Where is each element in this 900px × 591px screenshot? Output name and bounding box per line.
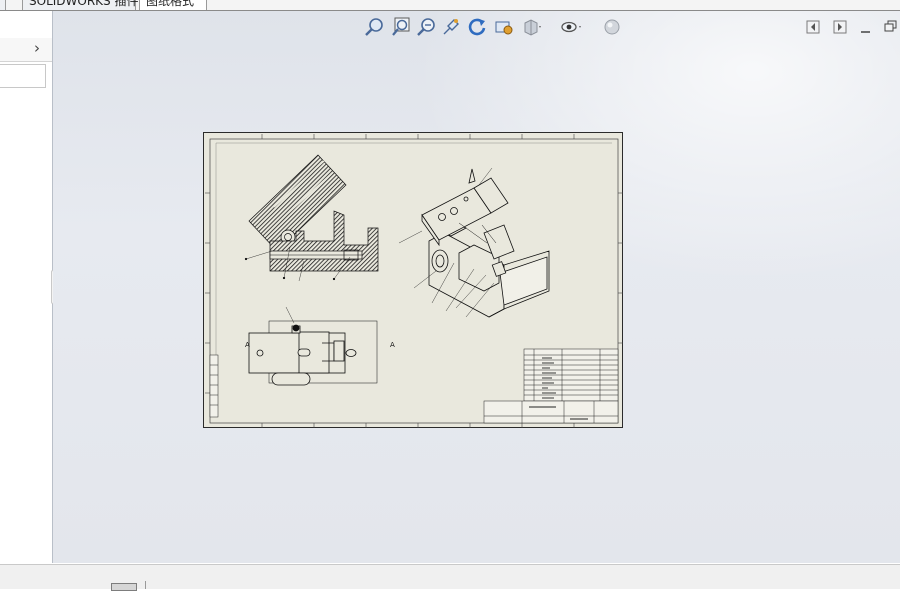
status-toggle-button[interactable] <box>111 583 137 591</box>
isometric-view <box>398 167 550 318</box>
view-next-icon[interactable] <box>833 20 847 34</box>
tab-solidworks-addins[interactable]: SOLIDWORKS 插件 <box>22 0 138 10</box>
section-view <box>244 154 379 282</box>
pan-icon[interactable] <box>440 16 462 38</box>
restore-icon[interactable] <box>884 20 898 34</box>
svg-text:A: A <box>245 341 250 349</box>
feature-manager-panel: › <box>0 11 53 563</box>
drawing-sheet[interactable]: A A <box>203 132 623 428</box>
zoom-to-area-icon[interactable] <box>390 16 412 38</box>
bill-of-materials <box>523 348 619 402</box>
top-view: A A <box>245 306 395 386</box>
display-style-icon[interactable] <box>520 16 542 38</box>
filter-input[interactable] <box>0 64 46 88</box>
tab-previous[interactable] <box>0 0 6 10</box>
rotate-icon[interactable] <box>466 16 488 38</box>
zoom-to-fit-icon[interactable] <box>363 16 385 38</box>
minimize-icon[interactable] <box>859 20 873 34</box>
status-bar <box>0 564 900 591</box>
hide-show-items-icon[interactable] <box>559 16 581 38</box>
command-manager-tabs: SOLIDWORKS 插件 图纸格式 <box>0 0 900 11</box>
view-prev-icon[interactable] <box>806 20 820 34</box>
zoom-in-out-icon[interactable] <box>415 16 437 38</box>
chevron-right-icon[interactable]: › <box>34 40 44 56</box>
svg-text:A: A <box>390 341 395 349</box>
tab-sheet-format[interactable]: 图纸格式 <box>139 0 207 10</box>
appearance-icon[interactable] <box>601 16 623 38</box>
apply-scene-icon[interactable] <box>493 16 515 38</box>
panel-header[interactable]: › <box>0 38 52 62</box>
drawing-views: A A <box>205 134 623 428</box>
